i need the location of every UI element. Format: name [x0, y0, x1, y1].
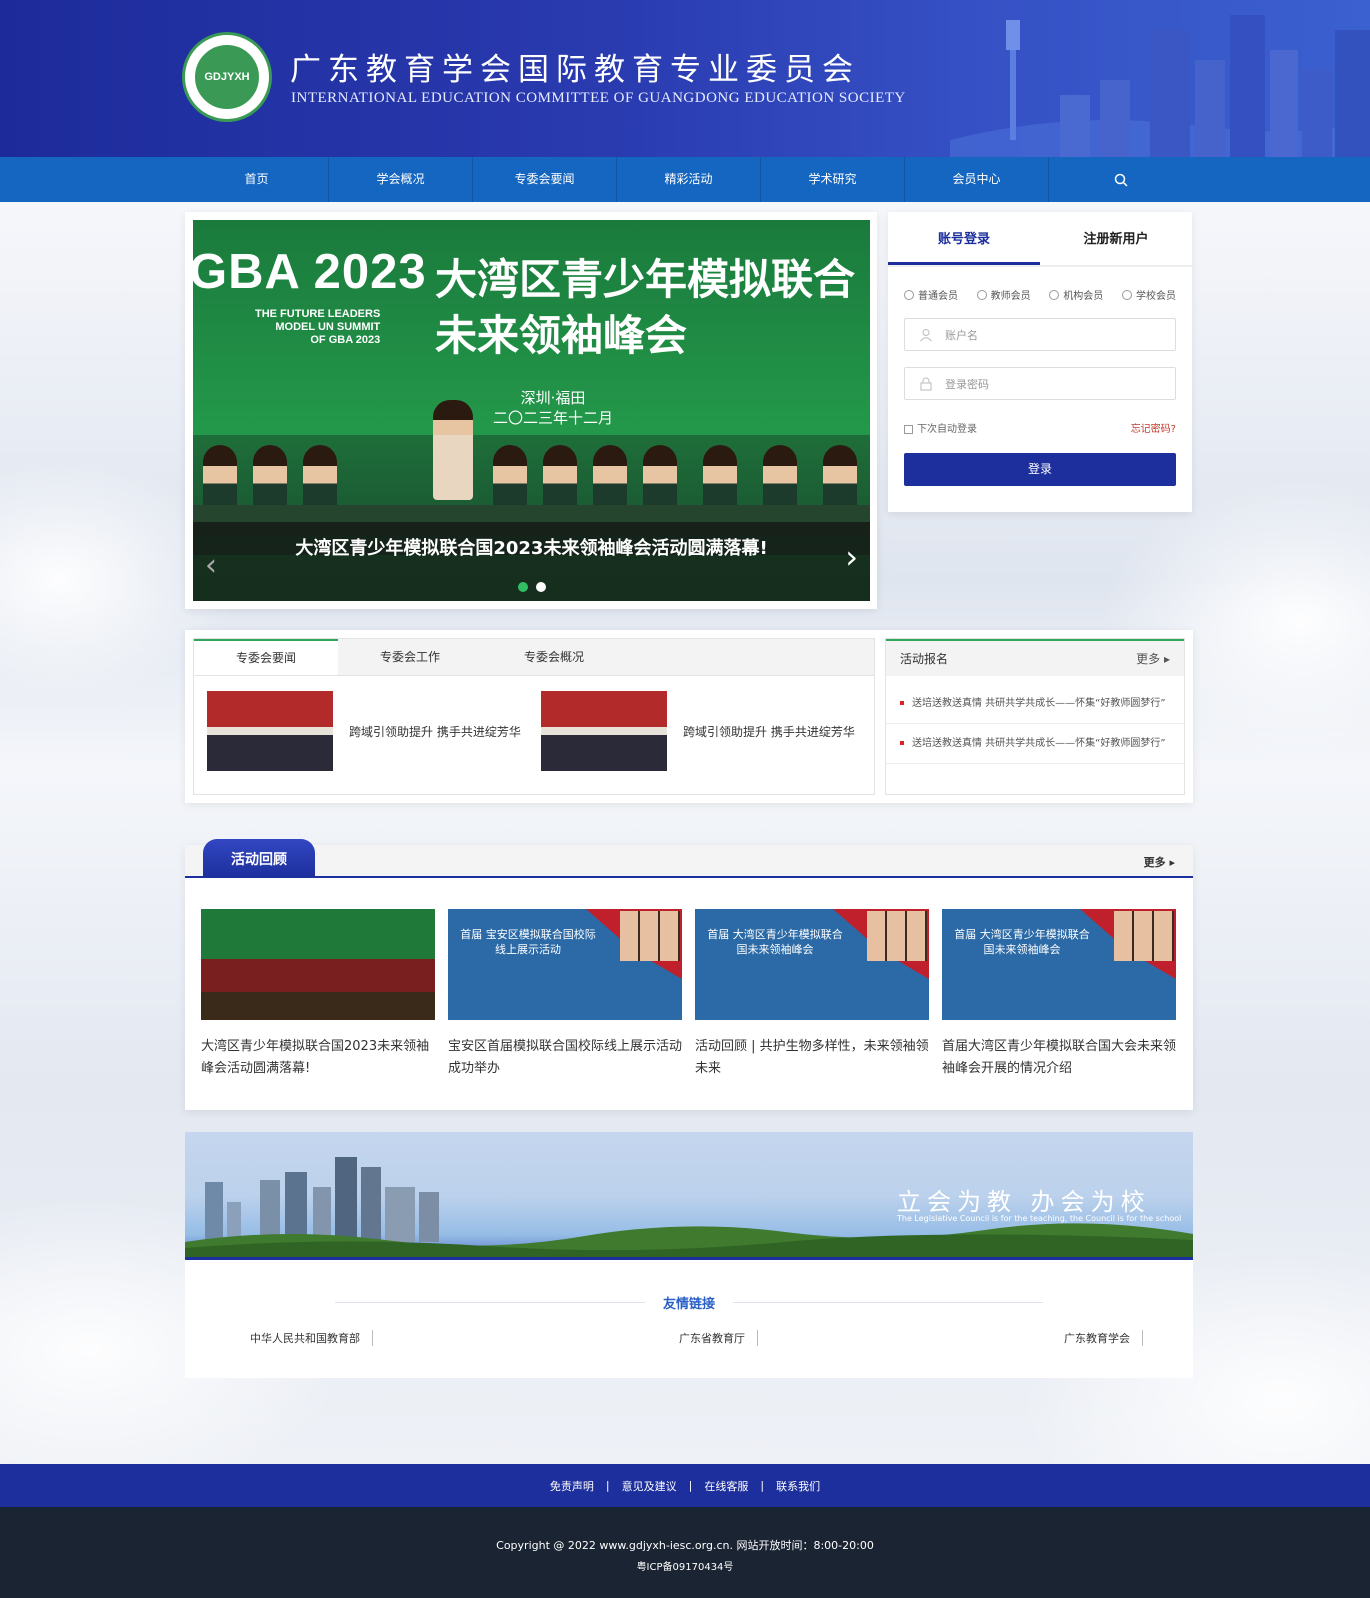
activity-item[interactable]: 送培送教送真情 共研共学共成长——怀集“好教师圆梦行”	[886, 684, 1184, 724]
review-card[interactable]: 大湾区青少年模拟联合国2023未来领袖峰会活动圆满落幕!	[201, 909, 435, 1080]
slide-indicators	[518, 582, 546, 592]
friend-links-section: 友情链接 中华人民共和国教育部 广东省教育厅 广东教育学会	[185, 1260, 1193, 1378]
banner-headline-en: GBA 2023	[193, 245, 427, 299]
radio-school-member[interactable]: 学校会员	[1121, 287, 1176, 302]
footer-link-online-service[interactable]: 在线客服	[704, 1478, 748, 1494]
member-type-group: 普通会员 教师会员 机构会员 学校会员	[888, 267, 1192, 302]
nav-item-research[interactable]: 学术研究	[761, 157, 905, 202]
forgot-password-link[interactable]: 忘记密码?	[1131, 420, 1176, 435]
banner-carousel[interactable]: GBA 2023 THE FUTURE LEADERS MODEL UN SUMM…	[193, 220, 870, 601]
search-button[interactable]	[1049, 157, 1193, 202]
slogan-text-en: The Legislative Council is for the teach…	[897, 1214, 1182, 1223]
review-card[interactable]: 首届 大湾区青少年模拟联合国未来领袖峰会 活动回顾 | 共护生物多样性，未来领袖…	[695, 909, 929, 1080]
activity-signup-box: 活动报名 更多 ▸ 送培送教送真情 共研共学共成长——怀集“好教师圆梦行” 送培…	[885, 638, 1185, 795]
photo-speaker	[433, 400, 473, 500]
tab-committee-overview[interactable]: 专委会概况	[482, 639, 626, 675]
prev-slide-icon[interactable]: ‹	[205, 548, 217, 583]
nav-item-news[interactable]: 专委会要闻	[473, 157, 617, 202]
news-box: 专委会要闻 专委会工作 专委会概况 跨域引领助提升 携手共进绽芳华 跨域引领助提…	[193, 638, 875, 795]
nav-item-members[interactable]: 会员中心	[905, 157, 1049, 202]
review-caption: 大湾区青少年模拟联合国2023未来领袖峰会活动圆满落幕!	[201, 1039, 430, 1076]
footer-link-bar: 免责声明 | 意见及建议 | 在线客服 | 联系我们	[0, 1464, 1370, 1507]
copyright-text: Copyright @ 2022 www.gdjyxh-iesc.org.cn.…	[496, 1539, 874, 1552]
separator: |	[760, 1479, 765, 1492]
activity-review-section: 活动回顾 更多 ▸ 大湾区青少年模拟联合国2023未来领袖峰会活动圆满落幕! 首…	[185, 839, 1193, 1110]
tab-account-login[interactable]: 账号登录	[888, 212, 1040, 265]
society-logo[interactable]: GDJYXH	[182, 32, 272, 122]
separator: |	[688, 1479, 693, 1492]
news-thumbnail	[541, 691, 667, 771]
review-image: 首届 大湾区青少年模拟联合国未来领袖峰会	[695, 909, 929, 1020]
review-caption: 首届大湾区青少年模拟联合国大会未来领袖峰会开展的情况介绍	[942, 1039, 1177, 1076]
site-subtitle: INTERNATIONAL EDUCATION COMMITTEE OF GUA…	[291, 90, 906, 106]
banner-location: 深圳·福田 二〇二三年十二月	[493, 389, 614, 427]
radio-institution-member[interactable]: 机构会员	[1049, 287, 1103, 302]
activity-review-title: 活动回顾	[203, 839, 315, 878]
review-card[interactable]: 首届 宝安区模拟联合国校际线上展示活动 宝安区首届模拟联合国校际线上展示活动成功…	[448, 909, 682, 1080]
username-input[interactable]: 账户名	[904, 318, 1176, 351]
friend-link-gd-edu-dept[interactable]: 广东省教育厅	[679, 1330, 758, 1346]
site-footer: Copyright @ 2022 www.gdjyxh-iesc.org.cn.…	[0, 1507, 1370, 1598]
friend-links-title: 友情链接	[662, 1297, 715, 1312]
friend-link-moe[interactable]: 中华人民共和国教育部	[250, 1330, 373, 1346]
review-image: 首届 宝安区模拟联合国校际线上展示活动	[448, 909, 682, 1020]
login-button[interactable]: 登录	[904, 453, 1176, 486]
next-slide-icon[interactable]: ›	[845, 538, 858, 576]
slide-dot[interactable]	[536, 582, 546, 592]
password-input[interactable]: 登录密码	[904, 367, 1176, 400]
lock-icon	[920, 377, 932, 390]
footer-link-feedback[interactable]: 意见及建议	[622, 1478, 677, 1494]
review-image: 首届 大湾区青少年模拟联合国未来领袖峰会	[942, 909, 1176, 1020]
news-title: 跨域引领助提升 携手共进绽芳华	[349, 724, 521, 739]
search-icon	[1114, 173, 1128, 187]
nav-item-activities[interactable]: 精彩活动	[617, 157, 761, 202]
logo-text: GDJYXH	[204, 71, 250, 83]
tab-committee-work[interactable]: 专委会工作	[338, 639, 482, 675]
main-nav: 首页 学会概况 专委会要闻 精彩活动 学术研究 会员中心	[0, 157, 1370, 202]
news-item[interactable]: 跨域引领助提升 携手共进绽芳华	[207, 691, 521, 771]
banner-headline-cn-1: 大湾区青少年模拟联合	[435, 255, 856, 304]
skyline-image	[950, 15, 1370, 157]
login-panel: 账号登录 注册新用户 普通会员 教师会员 机构会员 学校会员 账户名 登录密码 …	[888, 212, 1192, 512]
nav-item-home[interactable]: 首页	[185, 157, 329, 202]
slogan-text: 立会为教 办会为校	[897, 1188, 1151, 1216]
activity-more-link[interactable]: 更多 ▸	[1136, 650, 1170, 667]
separator: |	[605, 1479, 610, 1492]
username-placeholder: 账户名	[945, 328, 978, 342]
site-header: GDJYXH 广东教育学会国际教育专业委员会 INTERNATIONAL EDU…	[0, 0, 1370, 157]
friend-link-gd-edu-society[interactable]: 广东教育学会	[1064, 1330, 1143, 1346]
activity-item[interactable]: 送培送教送真情 共研共学共成长——怀集“好教师圆梦行”	[886, 724, 1184, 764]
tab-committee-news[interactable]: 专委会要闻	[194, 639, 338, 675]
user-icon	[920, 328, 932, 341]
review-caption: 宝安区首届模拟联合国校际线上展示活动成功举办	[448, 1039, 683, 1076]
banner-headline-cn-2: 未来领袖峰会	[435, 311, 688, 360]
news-item[interactable]: 跨域引领助提升 携手共进绽芳华	[541, 691, 855, 771]
footer-link-disclaimer[interactable]: 免责声明	[550, 1478, 594, 1494]
banner-caption[interactable]: 大湾区青少年模拟联合国2023未来领袖峰会活动圆满落幕!	[193, 534, 870, 560]
password-placeholder: 登录密码	[945, 377, 989, 391]
review-more-link[interactable]: 更多 ▸	[1144, 854, 1175, 870]
logo-inner: GDJYXH	[193, 43, 261, 111]
banner-summit-en: THE FUTURE LEADERS MODEL UN SUMMIT OF GBA …	[255, 308, 381, 346]
activity-signup-title: 活动报名	[900, 652, 949, 666]
review-caption: 活动回顾 | 共护生物多样性，未来领袖领未来	[695, 1039, 929, 1076]
nav-item-about[interactable]: 学会概况	[329, 157, 473, 202]
icp-text[interactable]: 粤ICP备09170434号	[0, 1558, 1370, 1573]
remember-checkbox[interactable]: 下次自动登录	[904, 420, 977, 435]
radio-teacher-member[interactable]: 教师会员	[976, 287, 1031, 302]
review-card[interactable]: 首届 大湾区青少年模拟联合国未来领袖峰会 首届大湾区青少年模拟联合国大会未来领袖…	[942, 909, 1176, 1080]
radio-regular-member[interactable]: 普通会员	[904, 287, 958, 302]
slogan-banner: 立会为教 办会为校 The Legislative Council is for…	[185, 1132, 1193, 1260]
review-image	[201, 909, 435, 1020]
tab-register[interactable]: 注册新用户	[1040, 212, 1192, 265]
footer-link-contact[interactable]: 联系我们	[776, 1478, 820, 1494]
news-title: 跨域引领助提升 携手共进绽芳华	[683, 724, 855, 739]
news-thumbnail	[207, 691, 333, 771]
site-title: 广东教育学会国际教育专业委员会	[290, 52, 860, 88]
slide-dot-active[interactable]	[518, 582, 528, 592]
